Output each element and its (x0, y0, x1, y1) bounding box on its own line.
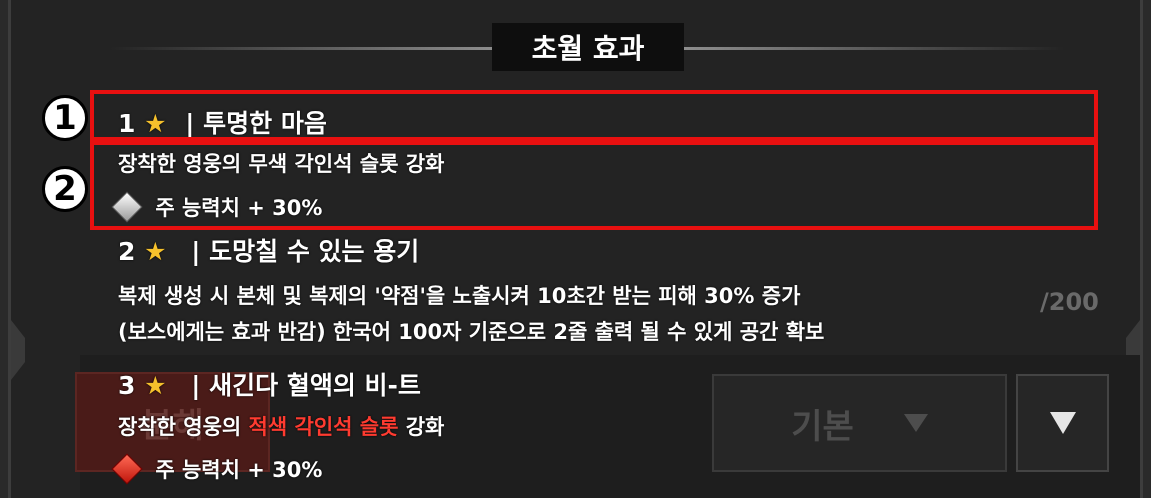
filter-label: 기본 (791, 406, 854, 447)
effect-2-title: 2 ★ | 도망칠 수 있는 용기 (118, 232, 419, 268)
effect-3-description-highlight: 적색 각인석 슬롯 (248, 415, 399, 439)
effect-3-description-suffix: 강화 (405, 415, 445, 439)
filter-button[interactable]: 기본 (712, 374, 1007, 472)
section-title: 초월 효과 (492, 23, 684, 71)
star-icon: ★ (144, 237, 167, 266)
triangle-down-icon (1049, 412, 1076, 434)
sort-dropdown-button[interactable] (1016, 374, 1109, 472)
effect-3-description: 장착한 영웅의 적색 각인석 슬롯 강화 (118, 411, 444, 441)
effect-2-description-line1: 복제 생성 시 본체 및 복제의 '약점'을 노출시켜 10초간 받는 피해 3… (118, 284, 801, 308)
effect-2-description-line2: (보스에게는 효과 반감) 한국어 100자 기준으로 2줄 출력 될 수 있게… (118, 320, 825, 344)
funnel-icon (903, 414, 928, 432)
red-gem-icon (111, 453, 143, 485)
inventory-counter: /200 (1040, 288, 1099, 316)
effect-3-title: 3 ★ | 새긴다 혈액의 비-트 (118, 366, 421, 402)
effect-3-bonus-row: 주 능력치 + 30% (110, 453, 323, 485)
effect-2-level: 2 (118, 237, 136, 266)
annotation-badge-2: 2 (42, 166, 88, 212)
annotation-badge-1: 1 (42, 95, 88, 141)
header-divider-right (684, 47, 1064, 50)
annotation-box-1 (90, 90, 1098, 141)
effect-3-level: 3 (118, 371, 136, 400)
separator: | (191, 237, 201, 266)
effect-3-description-prefix: 장착한 영웅의 (118, 415, 242, 439)
effect-3-name: 새긴다 혈액의 비-트 (209, 371, 421, 400)
effect-2-name: 도망칠 수 있는 용기 (209, 237, 420, 266)
frame-left-notch (11, 320, 25, 380)
effect-3-bonus: 주 능력치 + 30% (155, 458, 323, 482)
annotation-box-2 (90, 141, 1098, 230)
star-icon: ★ (144, 371, 167, 400)
separator: | (191, 371, 201, 400)
header-divider-left (110, 47, 495, 50)
